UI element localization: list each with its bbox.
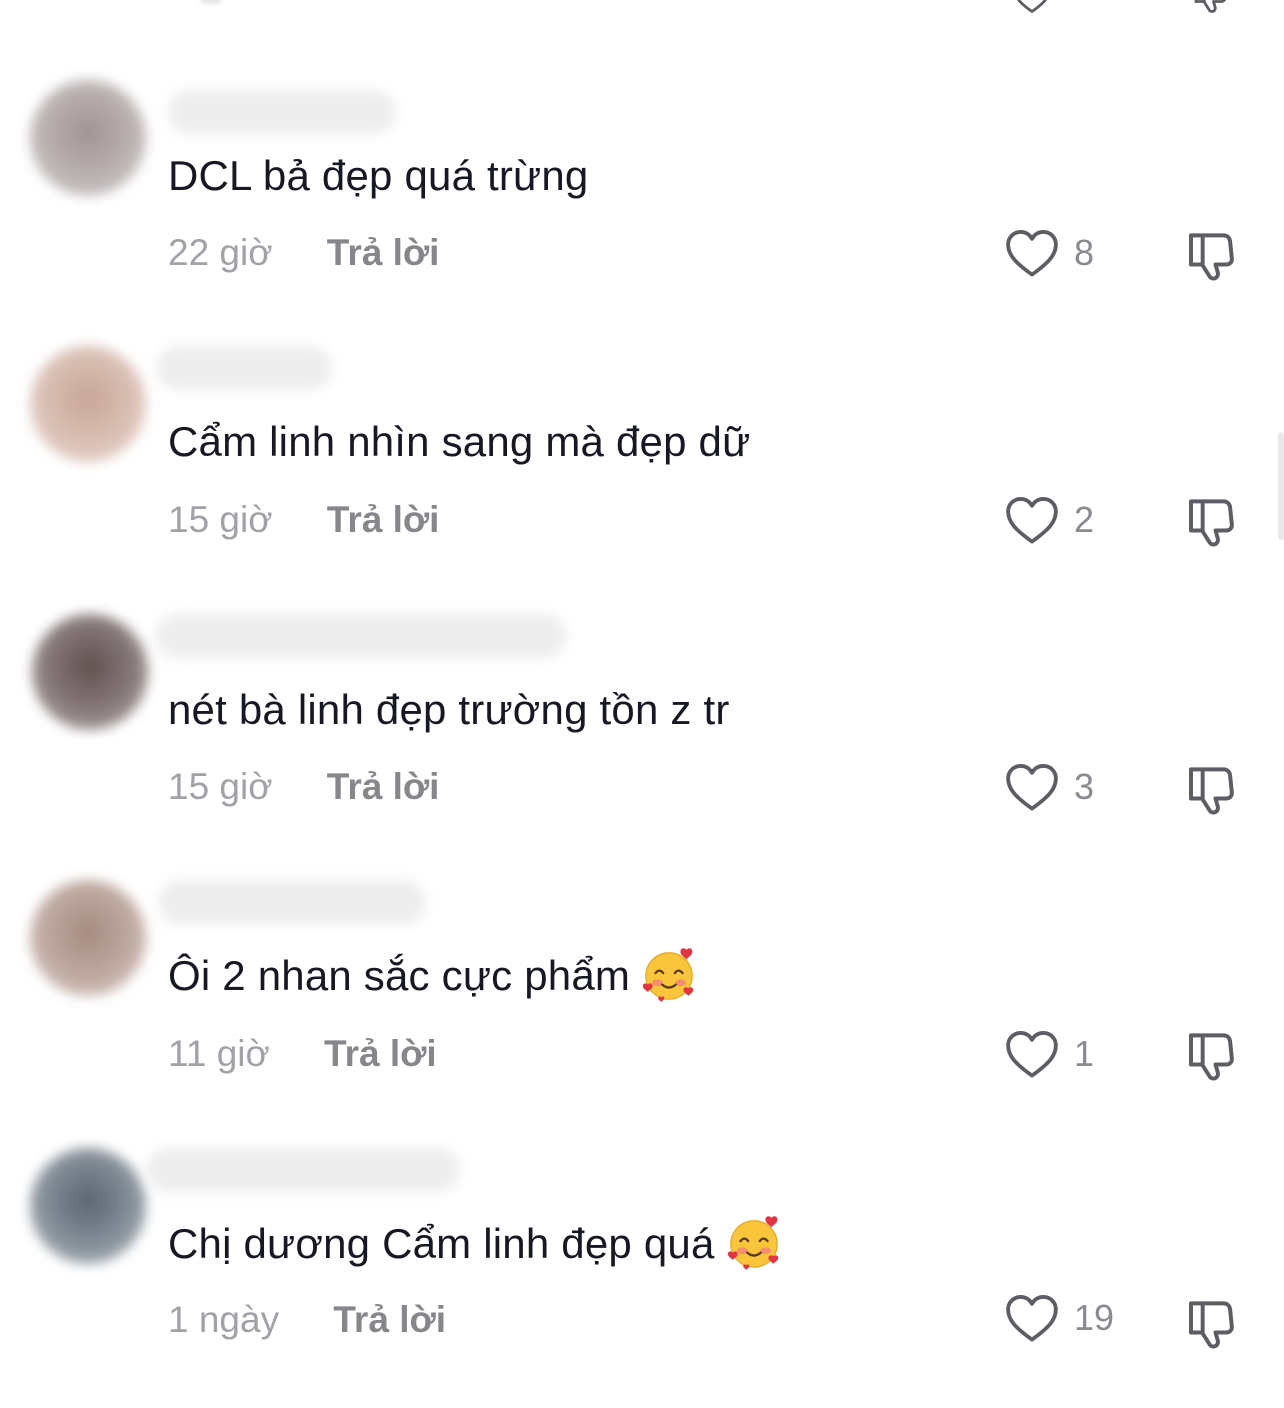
thumbs-down-icon[interactable] <box>1190 0 1232 14</box>
scrollbar[interactable] <box>1278 432 1284 540</box>
dislike-button[interactable] <box>1184 1026 1240 1082</box>
like-count: 8 <box>1074 232 1095 273</box>
comment-item: nét bà linh đẹp trường tồn z tr 15 giờ T… <box>0 614 1284 874</box>
dislike-button[interactable] <box>1184 226 1240 282</box>
dislike-button[interactable] <box>1184 492 1240 548</box>
heart-outline-icon <box>1004 1029 1060 1079</box>
reply-button[interactable]: Trả lời <box>327 499 440 540</box>
previous-comment-remnant <box>0 0 1284 20</box>
like-count: 1 <box>1074 1033 1095 1074</box>
like-button[interactable]: 19 <box>1004 1290 1114 1346</box>
like-button[interactable]: 8 <box>1004 225 1114 281</box>
like-count: 2 <box>1074 499 1095 540</box>
comment-item: Ôi 2 nhan sắc cực phẩm 11 giờ Trả lời 1 <box>0 880 1284 1140</box>
comment-time: 11 giờ <box>168 1033 270 1074</box>
heart-outline-icon[interactable] <box>1012 0 1052 14</box>
avatar[interactable] <box>30 346 146 462</box>
heart-outline-icon <box>1004 495 1060 545</box>
heart-outline-icon <box>1004 762 1060 812</box>
comment-text: DCL bả đẹp quá trừng <box>168 152 589 199</box>
comment-time: 1 ngày <box>168 1299 280 1340</box>
comment-time: 15 giờ <box>168 499 273 540</box>
username[interactable] <box>168 90 396 134</box>
avatar[interactable] <box>32 614 148 730</box>
avatar[interactable] <box>30 80 146 196</box>
like-count: 3 <box>1074 766 1095 807</box>
heart-outline-icon <box>1004 228 1060 278</box>
thumbs-down-icon <box>1184 760 1240 816</box>
smiling-face-with-hearts-emoji <box>725 1214 783 1272</box>
heart-outline-icon <box>1004 1293 1060 1343</box>
comment-time: 15 giờ <box>168 766 273 807</box>
like-button[interactable]: 2 <box>1004 492 1114 548</box>
comment-text: nét bà linh đẹp trường tồn z tr <box>168 686 730 733</box>
comment-item: Cẩm linh nhìn sang mà đẹp dữ 15 giờ Trả … <box>0 346 1284 606</box>
like-count: 19 <box>1073 1297 1114 1338</box>
smiling-face-with-hearts-emoji <box>640 946 698 1004</box>
avatar[interactable] <box>30 880 146 996</box>
comment-item: DCL bả đẹp quá trừng 22 giờ Trả lời 8 <box>0 80 1284 340</box>
comment-text: Chị dương Cẩm linh đẹp quá <box>168 1218 783 1276</box>
dislike-button[interactable] <box>1184 760 1240 816</box>
comment-text: Cẩm linh nhìn sang mà đẹp dữ <box>168 418 751 465</box>
comment-meta: 11 giờ Trả lời <box>168 1032 437 1076</box>
thumbs-down-icon <box>1184 1026 1240 1082</box>
thumbs-down-icon <box>1184 492 1240 548</box>
comment-text: Ôi 2 nhan sắc cực phẩm <box>168 950 698 1008</box>
reply-button[interactable]: Trả lời <box>333 1299 446 1340</box>
like-button[interactable]: 3 <box>1004 759 1114 815</box>
comment-meta: 15 giờ Trả lời <box>168 498 439 542</box>
previous-comment-meta <box>200 0 222 4</box>
comment-meta: 1 ngày Trả lời <box>168 1298 446 1342</box>
thumbs-down-icon <box>1184 1294 1240 1350</box>
thumbs-down-icon <box>1184 226 1240 282</box>
username[interactable] <box>158 880 426 924</box>
reply-button[interactable]: Trả lời <box>324 1033 437 1074</box>
comment-time: 22 giờ <box>168 232 273 273</box>
comment-meta: 15 giờ Trả lời <box>168 765 439 809</box>
comment-text-content: Ôi 2 nhan sắc cực phẩm <box>168 952 631 1000</box>
like-button[interactable]: 1 <box>1004 1026 1114 1082</box>
avatar[interactable] <box>30 1148 146 1264</box>
dislike-button[interactable] <box>1184 1294 1240 1350</box>
username[interactable] <box>146 1148 460 1192</box>
comment-text-content: Chị dương Cẩm linh đẹp quá <box>168 1220 715 1268</box>
comment-meta: 22 giờ Trả lời <box>168 231 439 275</box>
username[interactable] <box>156 614 566 658</box>
username[interactable] <box>156 346 332 390</box>
reply-button[interactable]: Trả lời <box>327 232 440 273</box>
comment-item: Chị dương Cẩm linh đẹp quá 1 ngày Trả lờ… <box>0 1148 1284 1408</box>
reply-button[interactable]: Trả lời <box>327 766 440 807</box>
